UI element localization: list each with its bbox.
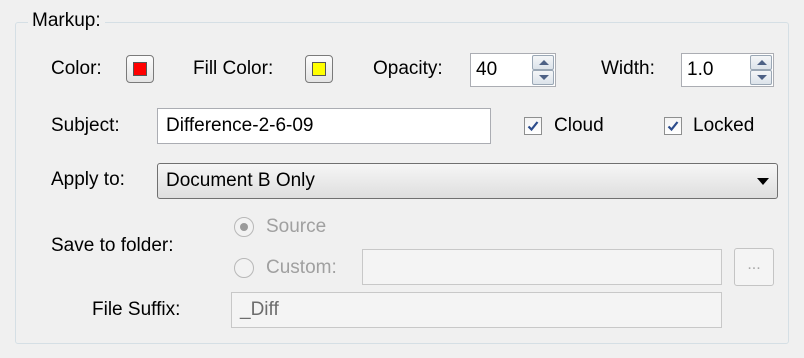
opacity-stepper[interactable]: 40 xyxy=(470,53,556,87)
cloud-checkbox[interactable] xyxy=(524,117,542,135)
subject-input[interactable]: Difference-2-6-09 xyxy=(157,108,491,144)
width-down-button[interactable] xyxy=(750,70,772,85)
opacity-label: Opacity: xyxy=(373,58,443,79)
markup-panel: Markup: Color: Fill Color: Opacity: 40 W… xyxy=(0,0,804,358)
chevron-down-icon[interactable] xyxy=(757,178,769,185)
fill-color-swatch xyxy=(312,62,326,76)
width-stepper[interactable]: 1.0 xyxy=(681,53,774,87)
opacity-down-button[interactable] xyxy=(532,70,554,85)
checkmark-icon xyxy=(527,121,539,132)
apply-to-label: Apply to: xyxy=(51,169,125,190)
locked-label[interactable]: Locked xyxy=(693,114,754,138)
custom-radio[interactable] xyxy=(234,258,254,278)
arrow-down-icon xyxy=(757,75,767,80)
source-radio[interactable] xyxy=(234,217,254,237)
custom-label[interactable]: Custom: xyxy=(266,256,337,280)
arrow-up-icon xyxy=(539,60,549,65)
width-label: Width: xyxy=(601,58,655,79)
file-suffix-input[interactable]: _Diff xyxy=(231,292,722,328)
apply-to-dropdown[interactable]: Document B Only xyxy=(157,163,778,199)
save-to-folder-label: Save to folder: xyxy=(51,235,174,256)
fill-color-label: Fill Color: xyxy=(193,58,274,79)
subject-value: Difference-2-6-09 xyxy=(166,115,314,136)
cloud-label[interactable]: Cloud xyxy=(554,114,604,138)
width-up-button[interactable] xyxy=(750,55,772,70)
width-value[interactable]: 1.0 xyxy=(687,58,713,82)
arrow-up-icon xyxy=(757,60,767,65)
custom-folder-input[interactable] xyxy=(362,249,722,285)
file-suffix-label: File Suffix: xyxy=(92,299,181,320)
opacity-value[interactable]: 40 xyxy=(476,58,497,82)
checkmark-icon xyxy=(667,121,679,132)
opacity-up-button[interactable] xyxy=(532,55,554,70)
fill-color-picker-button[interactable] xyxy=(305,55,333,83)
color-swatch xyxy=(133,62,147,76)
locked-checkbox[interactable] xyxy=(664,117,682,135)
source-label[interactable]: Source xyxy=(266,215,326,239)
markup-group-title: Markup: xyxy=(28,10,105,32)
apply-to-value: Document B Only xyxy=(166,170,315,191)
file-suffix-value: _Diff xyxy=(240,299,279,320)
browse-folder-button[interactable]: ... xyxy=(734,248,774,286)
color-label: Color: xyxy=(51,58,102,79)
radio-selected-dot xyxy=(240,223,248,231)
subject-label: Subject: xyxy=(51,115,120,136)
arrow-down-icon xyxy=(539,75,549,80)
color-picker-button[interactable] xyxy=(126,55,154,83)
